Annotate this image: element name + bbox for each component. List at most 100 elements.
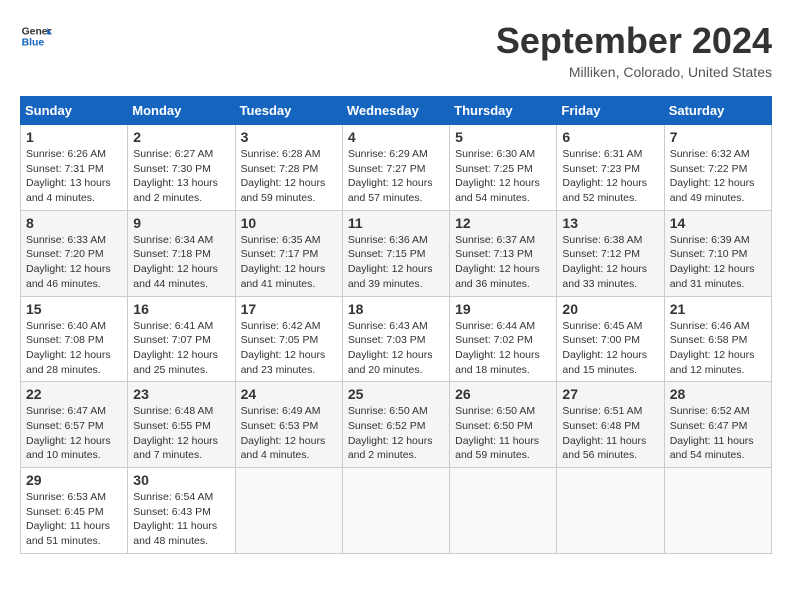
day-info: Sunrise: 6:53 AM Sunset: 6:45 PM Dayligh…: [26, 490, 122, 549]
day-number: 5: [455, 129, 551, 145]
daylight-label: Daylight: 12 hours and 41 minutes.: [241, 263, 326, 290]
sunset-label: Sunset: 7:07 PM: [133, 334, 211, 346]
day-info: Sunrise: 6:26 AM Sunset: 7:31 PM Dayligh…: [26, 147, 122, 206]
daylight-label: Daylight: 12 hours and 59 minutes.: [241, 177, 326, 204]
calendar-cell: 30 Sunrise: 6:54 AM Sunset: 6:43 PM Dayl…: [128, 468, 235, 554]
calendar-cell: 14 Sunrise: 6:39 AM Sunset: 7:10 PM Dayl…: [664, 210, 771, 296]
day-info: Sunrise: 6:30 AM Sunset: 7:25 PM Dayligh…: [455, 147, 551, 206]
sunrise-label: Sunrise: 6:32 AM: [670, 148, 750, 160]
sunset-label: Sunset: 7:15 PM: [348, 248, 426, 260]
day-number: 8: [26, 215, 122, 231]
logo-icon: General Blue: [20, 20, 52, 52]
daylight-label: Daylight: 12 hours and 20 minutes.: [348, 349, 433, 376]
sunrise-label: Sunrise: 6:30 AM: [455, 148, 535, 160]
day-info: Sunrise: 6:28 AM Sunset: 7:28 PM Dayligh…: [241, 147, 337, 206]
day-number: 28: [670, 386, 766, 402]
sunrise-label: Sunrise: 6:50 AM: [455, 405, 535, 417]
sunrise-label: Sunrise: 6:28 AM: [241, 148, 321, 160]
day-info: Sunrise: 6:50 AM Sunset: 6:52 PM Dayligh…: [348, 404, 444, 463]
calendar-cell: 21 Sunrise: 6:46 AM Sunset: 6:58 PM Dayl…: [664, 296, 771, 382]
title-area: September 2024 Milliken, Colorado, Unite…: [496, 20, 772, 80]
calendar-cell: 4 Sunrise: 6:29 AM Sunset: 7:27 PM Dayli…: [342, 125, 449, 211]
day-info: Sunrise: 6:31 AM Sunset: 7:23 PM Dayligh…: [562, 147, 658, 206]
calendar-cell: 27 Sunrise: 6:51 AM Sunset: 6:48 PM Dayl…: [557, 382, 664, 468]
calendar-cell: 2 Sunrise: 6:27 AM Sunset: 7:30 PM Dayli…: [128, 125, 235, 211]
daylight-label: Daylight: 12 hours and 23 minutes.: [241, 349, 326, 376]
calendar-cell: 23 Sunrise: 6:48 AM Sunset: 6:55 PM Dayl…: [128, 382, 235, 468]
calendar-cell: 12 Sunrise: 6:37 AM Sunset: 7:13 PM Dayl…: [450, 210, 557, 296]
weekday-header-saturday: Saturday: [664, 97, 771, 125]
daylight-label: Daylight: 12 hours and 18 minutes.: [455, 349, 540, 376]
calendar-cell: 25 Sunrise: 6:50 AM Sunset: 6:52 PM Dayl…: [342, 382, 449, 468]
day-info: Sunrise: 6:37 AM Sunset: 7:13 PM Dayligh…: [455, 233, 551, 292]
daylight-label: Daylight: 11 hours and 51 minutes.: [26, 520, 110, 547]
svg-text:Blue: Blue: [22, 38, 45, 49]
daylight-label: Daylight: 11 hours and 54 minutes.: [670, 435, 754, 462]
sunset-label: Sunset: 7:23 PM: [562, 163, 640, 175]
daylight-label: Daylight: 12 hours and 2 minutes.: [348, 435, 433, 462]
calendar-cell: 28 Sunrise: 6:52 AM Sunset: 6:47 PM Dayl…: [664, 382, 771, 468]
day-info: Sunrise: 6:27 AM Sunset: 7:30 PM Dayligh…: [133, 147, 229, 206]
calendar-cell: 9 Sunrise: 6:34 AM Sunset: 7:18 PM Dayli…: [128, 210, 235, 296]
day-info: Sunrise: 6:34 AM Sunset: 7:18 PM Dayligh…: [133, 233, 229, 292]
day-number: 10: [241, 215, 337, 231]
day-number: 16: [133, 301, 229, 317]
calendar-cell: 11 Sunrise: 6:36 AM Sunset: 7:15 PM Dayl…: [342, 210, 449, 296]
calendar-cell: 8 Sunrise: 6:33 AM Sunset: 7:20 PM Dayli…: [21, 210, 128, 296]
daylight-label: Daylight: 12 hours and 44 minutes.: [133, 263, 218, 290]
day-number: 6: [562, 129, 658, 145]
calendar-week-row: 8 Sunrise: 6:33 AM Sunset: 7:20 PM Dayli…: [21, 210, 772, 296]
sunrise-label: Sunrise: 6:36 AM: [348, 234, 428, 246]
day-info: Sunrise: 6:32 AM Sunset: 7:22 PM Dayligh…: [670, 147, 766, 206]
day-info: Sunrise: 6:44 AM Sunset: 7:02 PM Dayligh…: [455, 319, 551, 378]
day-number: 14: [670, 215, 766, 231]
day-info: Sunrise: 6:42 AM Sunset: 7:05 PM Dayligh…: [241, 319, 337, 378]
day-info: Sunrise: 6:36 AM Sunset: 7:15 PM Dayligh…: [348, 233, 444, 292]
sunset-label: Sunset: 7:05 PM: [241, 334, 319, 346]
sunrise-label: Sunrise: 6:39 AM: [670, 234, 750, 246]
sunset-label: Sunset: 6:48 PM: [562, 420, 640, 432]
sunrise-label: Sunrise: 6:53 AM: [26, 491, 106, 503]
day-number: 19: [455, 301, 551, 317]
sunrise-label: Sunrise: 6:48 AM: [133, 405, 213, 417]
sunset-label: Sunset: 7:27 PM: [348, 163, 426, 175]
calendar-cell: 16 Sunrise: 6:41 AM Sunset: 7:07 PM Dayl…: [128, 296, 235, 382]
calendar-week-row: 1 Sunrise: 6:26 AM Sunset: 7:31 PM Dayli…: [21, 125, 772, 211]
sunrise-label: Sunrise: 6:47 AM: [26, 405, 106, 417]
daylight-label: Daylight: 12 hours and 39 minutes.: [348, 263, 433, 290]
daylight-label: Daylight: 11 hours and 59 minutes.: [455, 435, 539, 462]
calendar-cell: [342, 468, 449, 554]
weekday-header-wednesday: Wednesday: [342, 97, 449, 125]
daylight-label: Daylight: 12 hours and 25 minutes.: [133, 349, 218, 376]
daylight-label: Daylight: 12 hours and 10 minutes.: [26, 435, 111, 462]
calendar-cell: 13 Sunrise: 6:38 AM Sunset: 7:12 PM Dayl…: [557, 210, 664, 296]
daylight-label: Daylight: 12 hours and 57 minutes.: [348, 177, 433, 204]
daylight-label: Daylight: 13 hours and 2 minutes.: [133, 177, 218, 204]
sunrise-label: Sunrise: 6:27 AM: [133, 148, 213, 160]
sunset-label: Sunset: 6:43 PM: [133, 506, 211, 518]
day-number: 23: [133, 386, 229, 402]
weekday-header-sunday: Sunday: [21, 97, 128, 125]
sunset-label: Sunset: 7:30 PM: [133, 163, 211, 175]
sunset-label: Sunset: 7:25 PM: [455, 163, 533, 175]
day-number: 11: [348, 215, 444, 231]
sunrise-label: Sunrise: 6:49 AM: [241, 405, 321, 417]
daylight-label: Daylight: 12 hours and 33 minutes.: [562, 263, 647, 290]
day-number: 25: [348, 386, 444, 402]
day-number: 18: [348, 301, 444, 317]
sunset-label: Sunset: 6:45 PM: [26, 506, 104, 518]
sunrise-label: Sunrise: 6:42 AM: [241, 320, 321, 332]
calendar-cell: 3 Sunrise: 6:28 AM Sunset: 7:28 PM Dayli…: [235, 125, 342, 211]
location: Milliken, Colorado, United States: [496, 64, 772, 80]
calendar-cell: 20 Sunrise: 6:45 AM Sunset: 7:00 PM Dayl…: [557, 296, 664, 382]
sunset-label: Sunset: 7:17 PM: [241, 248, 319, 260]
sunset-label: Sunset: 7:00 PM: [562, 334, 640, 346]
month-title: September 2024: [496, 20, 772, 62]
day-number: 15: [26, 301, 122, 317]
calendar-cell: 26 Sunrise: 6:50 AM Sunset: 6:50 PM Dayl…: [450, 382, 557, 468]
day-number: 21: [670, 301, 766, 317]
day-info: Sunrise: 6:46 AM Sunset: 6:58 PM Dayligh…: [670, 319, 766, 378]
sunset-label: Sunset: 6:47 PM: [670, 420, 748, 432]
day-info: Sunrise: 6:50 AM Sunset: 6:50 PM Dayligh…: [455, 404, 551, 463]
day-number: 7: [670, 129, 766, 145]
